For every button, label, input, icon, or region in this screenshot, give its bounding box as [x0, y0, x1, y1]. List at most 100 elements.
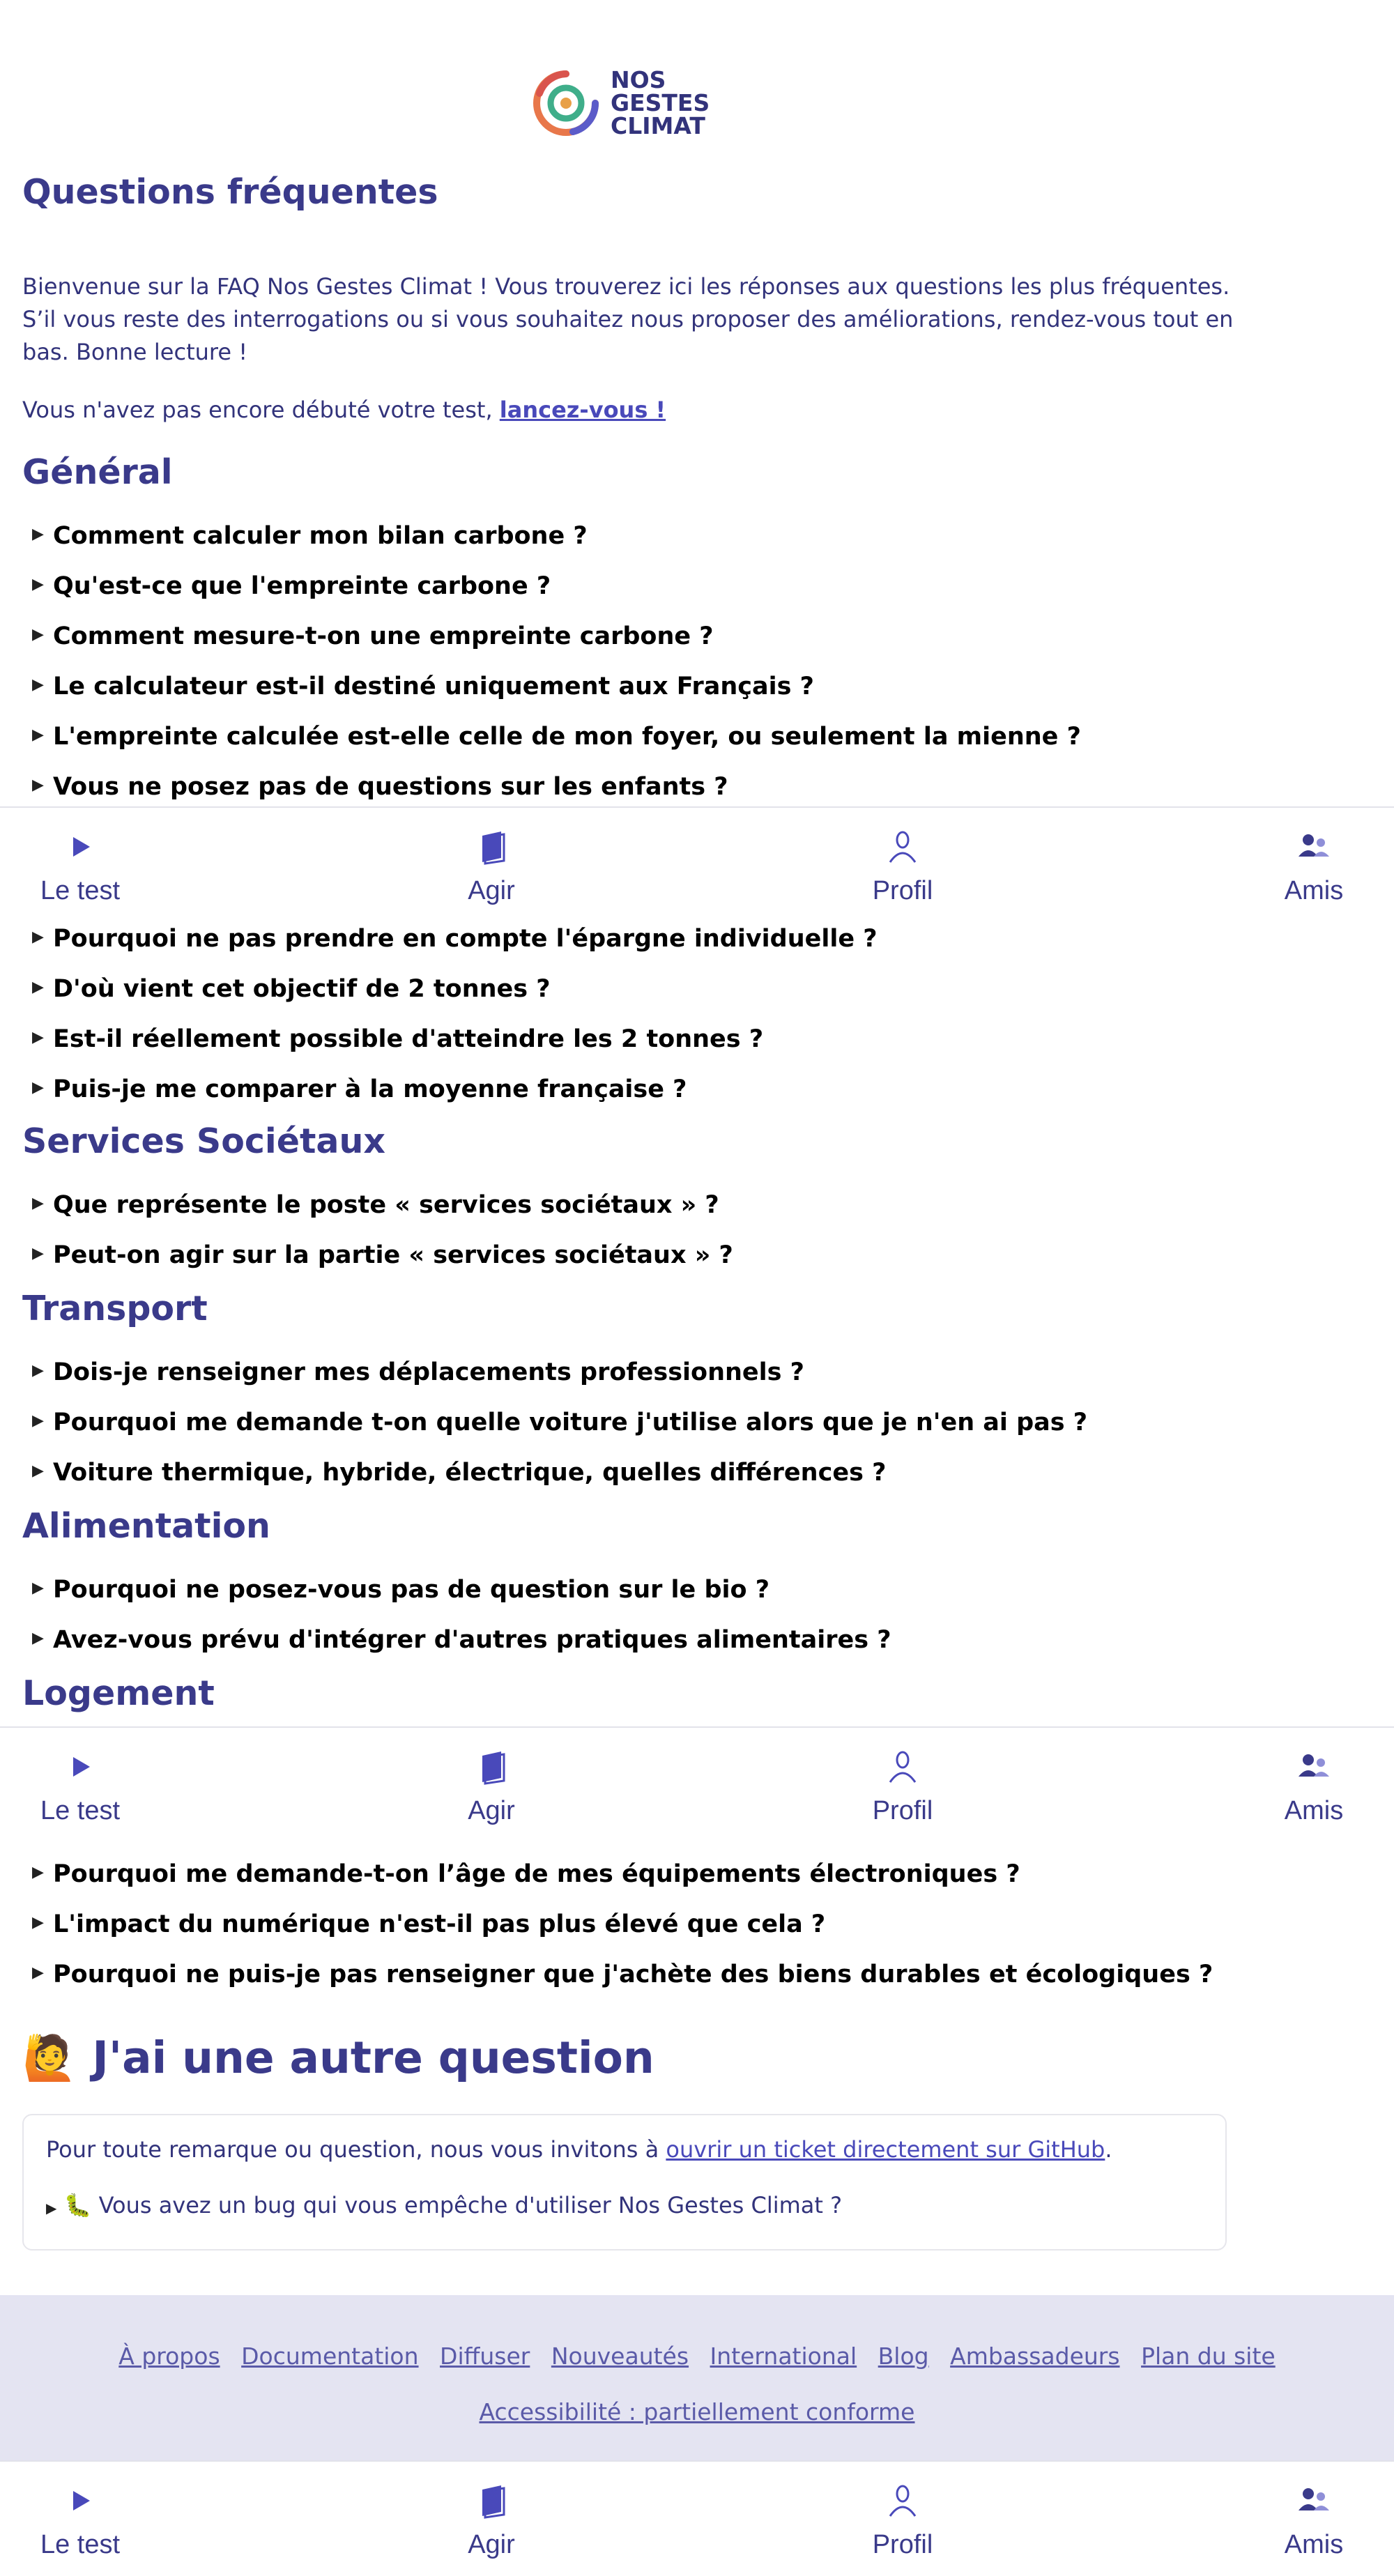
- nav-label: Amis: [1284, 876, 1344, 905]
- start-test-paragraph: Vous n'avez pas encore débuté votre test…: [22, 394, 1235, 427]
- nav-label: Amis: [1284, 1796, 1344, 1825]
- bottom-nav: Le test Agir Profil Amis: [0, 2460, 1394, 2576]
- faq-question[interactable]: ▶ Comment calculer mon bilan carbone ?: [32, 520, 588, 553]
- faq-question-label: L'empreinte calculée est-elle celle de m…: [53, 723, 1081, 751]
- nav-item-profil[interactable]: Profil: [836, 808, 969, 922]
- faq-question[interactable]: ▶ Qu'est-ce que l'empreinte carbone ?: [32, 570, 551, 603]
- other-question-title-text: J'ai une autre question: [92, 2032, 654, 2083]
- start-test-text: Vous n'avez pas encore débuté votre test…: [22, 397, 500, 423]
- footer-link-plan-du-site[interactable]: Plan du site: [1141, 2343, 1276, 2370]
- faq-question-label: Pourquoi me demande t-on quelle voiture …: [53, 1409, 1088, 1436]
- faq-question-label: Comment mesure-t-on une empreinte carbon…: [53, 622, 714, 650]
- profile-icon: [889, 1751, 917, 1783]
- faq-question[interactable]: ▶ Vous ne posez pas de questions sur les …: [32, 771, 728, 804]
- section-title-general: Général: [22, 452, 173, 492]
- friends-icon: [1299, 1754, 1329, 1777]
- footer-link-blog[interactable]: Blog: [878, 2343, 929, 2370]
- footer-link-diffuser[interactable]: Diffuser: [440, 2343, 530, 2370]
- faq-question-label: L'impact du numérique n'est-il pas plus …: [53, 1910, 826, 1938]
- nav-label: Agir: [468, 876, 515, 905]
- faq-question[interactable]: ▶ L'empreinte calculée est-elle celle de …: [32, 721, 1081, 753]
- faq-question-label: Pourquoi ne pas prendre en compte l'épar…: [53, 925, 878, 953]
- nav-item-amis[interactable]: Amis: [1248, 2462, 1380, 2576]
- section-title-logement: Logement: [22, 1673, 215, 1713]
- book-icon: [482, 1751, 505, 1785]
- faq-question-label: Dois-je renseigner mes déplacements prof…: [53, 1358, 804, 1386]
- faq-question[interactable]: ▶ Dois-je renseigner mes déplacements pro…: [32, 1356, 804, 1389]
- nav-item-profil[interactable]: Profil: [836, 2462, 969, 2576]
- faq-question[interactable]: ▶ Voiture thermique, hybride, électrique,…: [32, 1457, 886, 1489]
- faq-question[interactable]: ▶ Que représente le poste « services soci…: [32, 1189, 719, 1222]
- section-title-services: Services Sociétaux: [22, 1121, 385, 1161]
- nav-item-test[interactable]: Le test: [14, 1728, 146, 1842]
- bug-icon: 🐛: [63, 2192, 92, 2218]
- faq-question[interactable]: ▶ Pourquoi ne posez-vous pas de question …: [32, 1574, 769, 1607]
- section-title-alimentation: Alimentation: [22, 1506, 270, 1546]
- footer-link-international[interactable]: International: [710, 2343, 857, 2370]
- disclosure-triangle-icon: ▶: [32, 726, 44, 744]
- disclosure-triangle-icon: ▶: [32, 626, 44, 643]
- play-icon: [73, 837, 90, 857]
- faq-question-label: Qu'est-ce que l'empreinte carbone ?: [53, 572, 551, 600]
- logo-line: NOS: [611, 66, 666, 93]
- footer-link-ambassadeurs[interactable]: Ambassadeurs: [950, 2343, 1119, 2370]
- nav-item-test[interactable]: Le test: [14, 808, 146, 922]
- github-invite-prefix: Pour toute remarque ou question, nous vo…: [46, 2136, 666, 2163]
- nav-item-test[interactable]: Le test: [14, 2462, 146, 2576]
- bottom-nav: Le test Agir Profil Amis: [0, 1726, 1394, 1842]
- footer-accessibility: Accessibilité : partiellement conforme: [0, 2398, 1394, 2425]
- nav-item-agir[interactable]: Agir: [425, 808, 558, 922]
- logo-wordmark: NOS GESTES CLIMAT: [611, 68, 710, 137]
- faq-question[interactable]: ▶ D'où vient cet objectif de 2 tonnes ?: [32, 973, 551, 1006]
- faq-question-label: Pourquoi me demande-t-on l’âge de mes éq…: [53, 1860, 1020, 1888]
- faq-question[interactable]: ▶ Puis-je me comparer à la moyenne frança…: [32, 1073, 687, 1106]
- footer: À propos Documentation Diffuser Nouveaut…: [0, 2295, 1394, 2464]
- nav-item-amis[interactable]: Amis: [1248, 808, 1380, 922]
- disclosure-triangle-icon: ▶: [32, 1964, 44, 1981]
- footer-link-apropos[interactable]: À propos: [118, 2343, 220, 2370]
- disclosure-triangle-icon: ▶: [46, 2200, 57, 2216]
- footer-link-nouveautes[interactable]: Nouveautés: [551, 2343, 689, 2370]
- accessibility-link[interactable]: Accessibilité : partiellement conforme: [479, 2398, 914, 2425]
- bug-report-summary[interactable]: ▶ 🐛 Vous avez un bug qui vous empêche d'…: [46, 2192, 842, 2218]
- nav-item-profil[interactable]: Profil: [836, 1728, 969, 1842]
- site-logo[interactable]: NOS GESTES CLIMAT: [531, 67, 719, 139]
- play-icon: [73, 1757, 90, 1777]
- faq-question-label: Vous ne posez pas de questions sur les e…: [53, 773, 728, 801]
- faq-question[interactable]: ▶ L'impact du numérique n'est-il pas plus…: [32, 1908, 825, 1941]
- faq-question[interactable]: ▶ Le calculateur est-il destiné uniquemen…: [32, 670, 814, 703]
- github-ticket-link[interactable]: ouvrir un ticket directement sur GitHub: [666, 2136, 1105, 2163]
- footer-link-documentation[interactable]: Documentation: [241, 2343, 418, 2370]
- play-icon: [73, 2491, 90, 2510]
- other-question-box: Pour toute remarque ou question, nous vo…: [22, 2114, 1227, 2251]
- faq-question[interactable]: ▶ Avez-vous prévu d'intégrer d'autres pra…: [32, 1624, 891, 1657]
- faq-question-label: Avez-vous prévu d'intégrer d'autres prat…: [53, 1626, 891, 1654]
- intro-paragraph: Bienvenue sur la FAQ Nos Gestes Climat !…: [22, 273, 1234, 365]
- faq-question[interactable]: ▶ Est-il réellement possible d'atteindre …: [32, 1023, 763, 1056]
- faq-question[interactable]: ▶ Pourquoi ne puis-je pas renseigner que …: [32, 1958, 1213, 1991]
- faq-question[interactable]: ▶ Pourquoi ne pas prendre en compte l'épa…: [32, 923, 878, 956]
- nav-item-agir[interactable]: Agir: [425, 1728, 558, 1842]
- faq-question[interactable]: ▶ Pourquoi me demande-t-on l’âge de mes é…: [32, 1858, 1020, 1891]
- page-title: Questions fréquentes: [22, 172, 438, 212]
- nav-item-agir[interactable]: Agir: [425, 2462, 558, 2576]
- nav-label: Le test: [40, 876, 121, 905]
- faq-question-label: Que représente le poste « services socié…: [53, 1191, 719, 1219]
- disclosure-triangle-icon: ▶: [32, 1579, 44, 1597]
- disclosure-triangle-icon: ▶: [32, 1362, 44, 1379]
- disclosure-triangle-icon: ▶: [32, 928, 44, 946]
- faq-question-label: Pourquoi ne posez-vous pas de question s…: [53, 1576, 770, 1604]
- start-test-link[interactable]: lancez-vous !: [500, 397, 666, 423]
- faq-question-label: Pourquoi ne puis-je pas renseigner que j…: [53, 1961, 1213, 1988]
- raising-hand-icon: 🙋: [22, 2032, 77, 2083]
- faq-question[interactable]: ▶ Comment mesure-t-on une empreinte carbo…: [32, 620, 714, 653]
- disclosure-triangle-icon: ▶: [32, 1914, 44, 1931]
- disclosure-triangle-icon: ▶: [32, 1029, 44, 1046]
- nav-item-amis[interactable]: Amis: [1248, 1728, 1380, 1842]
- faq-question-label: Comment calculer mon bilan carbone ?: [53, 522, 588, 550]
- disclosure-triangle-icon: ▶: [32, 1462, 44, 1480]
- faq-question[interactable]: ▶ Peut-on agir sur la partie « services s…: [32, 1239, 733, 1272]
- faq-question[interactable]: ▶ Pourquoi me demande t-on quelle voiture…: [32, 1406, 1087, 1439]
- disclosure-triangle-icon: ▶: [32, 676, 44, 693]
- section-title-transport: Transport: [22, 1289, 208, 1328]
